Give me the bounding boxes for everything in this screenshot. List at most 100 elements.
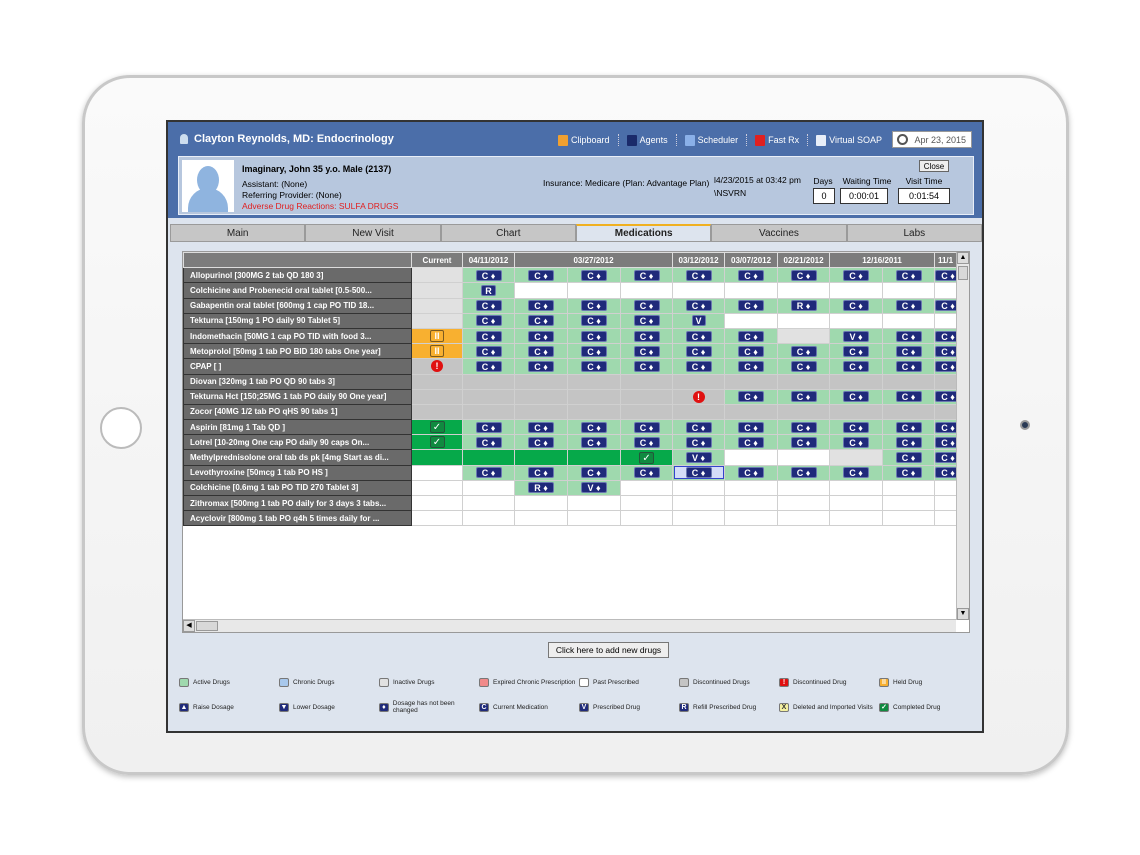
grid-cell[interactable] bbox=[777, 449, 831, 466]
drug-row[interactable]: Indomethacin [50MG 1 cap PO TID with foo… bbox=[183, 327, 956, 345]
drug-name[interactable]: Aspirin [81mg 1 Tab QD ] bbox=[183, 419, 412, 436]
grid-cell[interactable]: C ♦ bbox=[567, 343, 621, 360]
grid-cell[interactable] bbox=[882, 494, 936, 512]
grid-cell[interactable]: ✓ bbox=[619, 449, 674, 466]
grid-cell[interactable]: C ♦ bbox=[672, 267, 726, 284]
grid-cell[interactable]: C ♦ bbox=[672, 358, 726, 375]
grid-cell[interactable]: C ♦ bbox=[934, 419, 956, 436]
grid-cell[interactable] bbox=[567, 373, 621, 390]
grid-cell[interactable]: C ♦ bbox=[724, 297, 779, 314]
grid-cell[interactable]: C ♦ bbox=[462, 312, 515, 329]
grid-cell[interactable] bbox=[567, 494, 621, 512]
drug-row[interactable]: Tekturna Hct [150;25MG 1 tab PO daily 90… bbox=[183, 388, 956, 405]
grid-cell[interactable]: C ♦ bbox=[567, 312, 621, 329]
grid-cell[interactable]: ✓ bbox=[411, 419, 463, 436]
grid-cell[interactable] bbox=[567, 388, 621, 405]
grid-cell[interactable]: C ♦ bbox=[619, 419, 674, 436]
grid-cell[interactable] bbox=[829, 494, 884, 512]
grid-cell[interactable]: C ♦ bbox=[567, 434, 621, 451]
grid-cell[interactable]: C ♦ bbox=[514, 434, 568, 451]
grid-cell[interactable]: ! bbox=[672, 388, 726, 405]
column-header[interactable]: 12/16/2011 bbox=[829, 252, 936, 269]
grid-cell[interactable] bbox=[567, 282, 621, 299]
grid-cell[interactable]: C ♦ bbox=[619, 343, 674, 360]
drug-name[interactable]: Colchicine [0.6mg 1 tab PO TID 270 Table… bbox=[183, 479, 412, 497]
grid-cell[interactable] bbox=[934, 373, 956, 390]
grid-cell[interactable] bbox=[514, 388, 568, 405]
grid-cell[interactable]: C ♦ bbox=[672, 464, 726, 481]
grid-cell[interactable]: C ♦ bbox=[934, 449, 956, 466]
grid-cell[interactable] bbox=[619, 388, 674, 405]
grid-cell[interactable] bbox=[777, 510, 831, 527]
tool-scheduler[interactable]: Scheduler bbox=[684, 134, 738, 146]
grid-cell[interactable]: C ♦ bbox=[567, 267, 621, 284]
grid-cell[interactable]: C ♦ bbox=[724, 358, 779, 375]
grid-cell[interactable]: R bbox=[462, 282, 515, 299]
scroll-down-icon[interactable]: ▼ bbox=[957, 608, 969, 620]
grid-cell[interactable]: C ♦ bbox=[724, 327, 779, 345]
tab-new-visit[interactable]: New Visit bbox=[305, 224, 441, 242]
grid-cell[interactable]: C ♦ bbox=[514, 327, 568, 345]
grid-cell[interactable]: C ♦ bbox=[724, 388, 779, 405]
grid-cell[interactable]: C ♦ bbox=[934, 343, 956, 360]
grid-cell[interactable] bbox=[724, 282, 779, 299]
grid-cell[interactable]: C ♦ bbox=[462, 419, 515, 436]
grid-cell[interactable] bbox=[567, 403, 621, 421]
grid-cell[interactable]: C ♦ bbox=[462, 297, 515, 314]
grid-cell[interactable]: C ♦ bbox=[724, 343, 779, 360]
tool-clipboard[interactable]: Clipboard bbox=[558, 134, 610, 146]
grid-cell[interactable]: C ♦ bbox=[514, 419, 568, 436]
scroll-up-icon[interactable]: ▲ bbox=[957, 252, 969, 264]
grid-cell[interactable]: C ♦ bbox=[724, 464, 779, 481]
grid-cell[interactable]: C ♦ bbox=[619, 312, 674, 329]
grid-cell[interactable] bbox=[514, 403, 568, 421]
column-header[interactable]: 03/12/2012 bbox=[672, 252, 726, 269]
grid-cell[interactable] bbox=[882, 282, 936, 299]
grid-cell[interactable] bbox=[619, 373, 674, 390]
grid-cell[interactable] bbox=[411, 494, 463, 512]
grid-cell[interactable] bbox=[514, 510, 568, 527]
close-button[interactable]: Close bbox=[919, 160, 949, 172]
grid-cell[interactable] bbox=[619, 282, 674, 299]
grid-cell[interactable]: C ♦ bbox=[934, 297, 956, 314]
grid-cell[interactable]: C ♦ bbox=[882, 327, 936, 345]
drug-row[interactable]: Metoprolol [50mg 1 tab PO BID 180 tabs O… bbox=[183, 343, 956, 360]
grid-cell[interactable] bbox=[777, 494, 831, 512]
grid-cell[interactable]: C ♦ bbox=[462, 464, 515, 481]
grid-cell[interactable] bbox=[462, 494, 515, 512]
drug-name[interactable]: Colchicine and Probenecid oral tablet [0… bbox=[183, 282, 412, 299]
selected-cell[interactable]: C ♦ bbox=[673, 466, 724, 480]
grid-cell[interactable] bbox=[411, 464, 463, 481]
grid-cell[interactable]: ! bbox=[411, 358, 463, 375]
grid-cell[interactable] bbox=[934, 494, 956, 512]
grid-cell[interactable] bbox=[514, 494, 568, 512]
grid-cell[interactable]: C ♦ bbox=[514, 343, 568, 360]
grid-cell[interactable] bbox=[672, 494, 726, 512]
grid-cell[interactable] bbox=[934, 282, 956, 299]
drug-name[interactable]: Tekturna Hct [150;25MG 1 tab PO daily 90… bbox=[183, 388, 412, 405]
grid-cell[interactable] bbox=[882, 373, 936, 390]
grid-cell[interactable]: C ♦ bbox=[829, 388, 884, 405]
grid-cell[interactable]: C ♦ bbox=[934, 358, 956, 375]
grid-cell[interactable] bbox=[829, 373, 884, 390]
grid-cell[interactable]: V ♦ bbox=[829, 327, 884, 345]
grid-cell[interactable]: C ♦ bbox=[567, 358, 621, 375]
grid-cell[interactable] bbox=[567, 510, 621, 527]
grid-cell[interactable] bbox=[514, 282, 568, 299]
grid-cell[interactable]: C ♦ bbox=[829, 297, 884, 314]
grid-cell[interactable] bbox=[619, 403, 674, 421]
tool-virtual-soap[interactable]: Virtual SOAP bbox=[816, 134, 882, 146]
tool-agents[interactable]: Agents bbox=[626, 134, 668, 146]
grid-cell[interactable] bbox=[619, 494, 674, 512]
grid-cell[interactable] bbox=[777, 327, 831, 345]
grid-cell[interactable]: C ♦ bbox=[829, 434, 884, 451]
grid-cell[interactable]: C ♦ bbox=[882, 267, 936, 284]
grid-cell[interactable]: C ♦ bbox=[829, 464, 884, 481]
drug-name[interactable]: Zocor [40MG 1/2 tab PO qHS 90 tabs 1] bbox=[183, 403, 412, 421]
grid-cell[interactable] bbox=[724, 479, 779, 497]
grid-cell[interactable]: C ♦ bbox=[882, 343, 936, 360]
grid-cell[interactable]: C ♦ bbox=[619, 267, 674, 284]
drug-name[interactable]: Levothyroxine [50mcg 1 tab PO HS ] bbox=[183, 464, 412, 481]
drug-row[interactable]: Aspirin [81mg 1 Tab QD ] ✓ C ♦ C ♦ C ♦ C ♦ C ♦… bbox=[183, 419, 956, 436]
grid-cell[interactable]: C ♦ bbox=[882, 434, 936, 451]
